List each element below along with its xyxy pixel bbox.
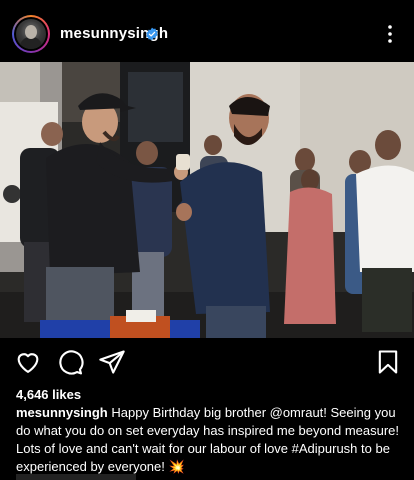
comments-link-faded xyxy=(16,474,136,480)
caption-username[interactable]: mesunnysingh xyxy=(16,405,108,420)
comment-bubble-icon[interactable] xyxy=(56,348,84,376)
post-actions-bar xyxy=(0,340,414,384)
avatar-image xyxy=(16,19,46,49)
likes-count[interactable]: 4,646 likes xyxy=(16,387,81,402)
post-photo-scene xyxy=(0,62,414,338)
bookmark-icon[interactable] xyxy=(374,348,402,376)
paper-plane-icon[interactable] xyxy=(98,348,126,376)
post-photo[interactable] xyxy=(0,62,414,338)
heart-icon[interactable] xyxy=(14,348,42,376)
caption-emoji: 💥 xyxy=(168,459,185,474)
post-header: mesunnysingh xyxy=(0,0,414,62)
post-caption: mesunnysingh Happy Birthday big brother … xyxy=(16,404,406,476)
more-options-icon[interactable] xyxy=(384,24,396,44)
avatar[interactable] xyxy=(12,15,50,53)
verified-badge-icon xyxy=(146,27,158,41)
